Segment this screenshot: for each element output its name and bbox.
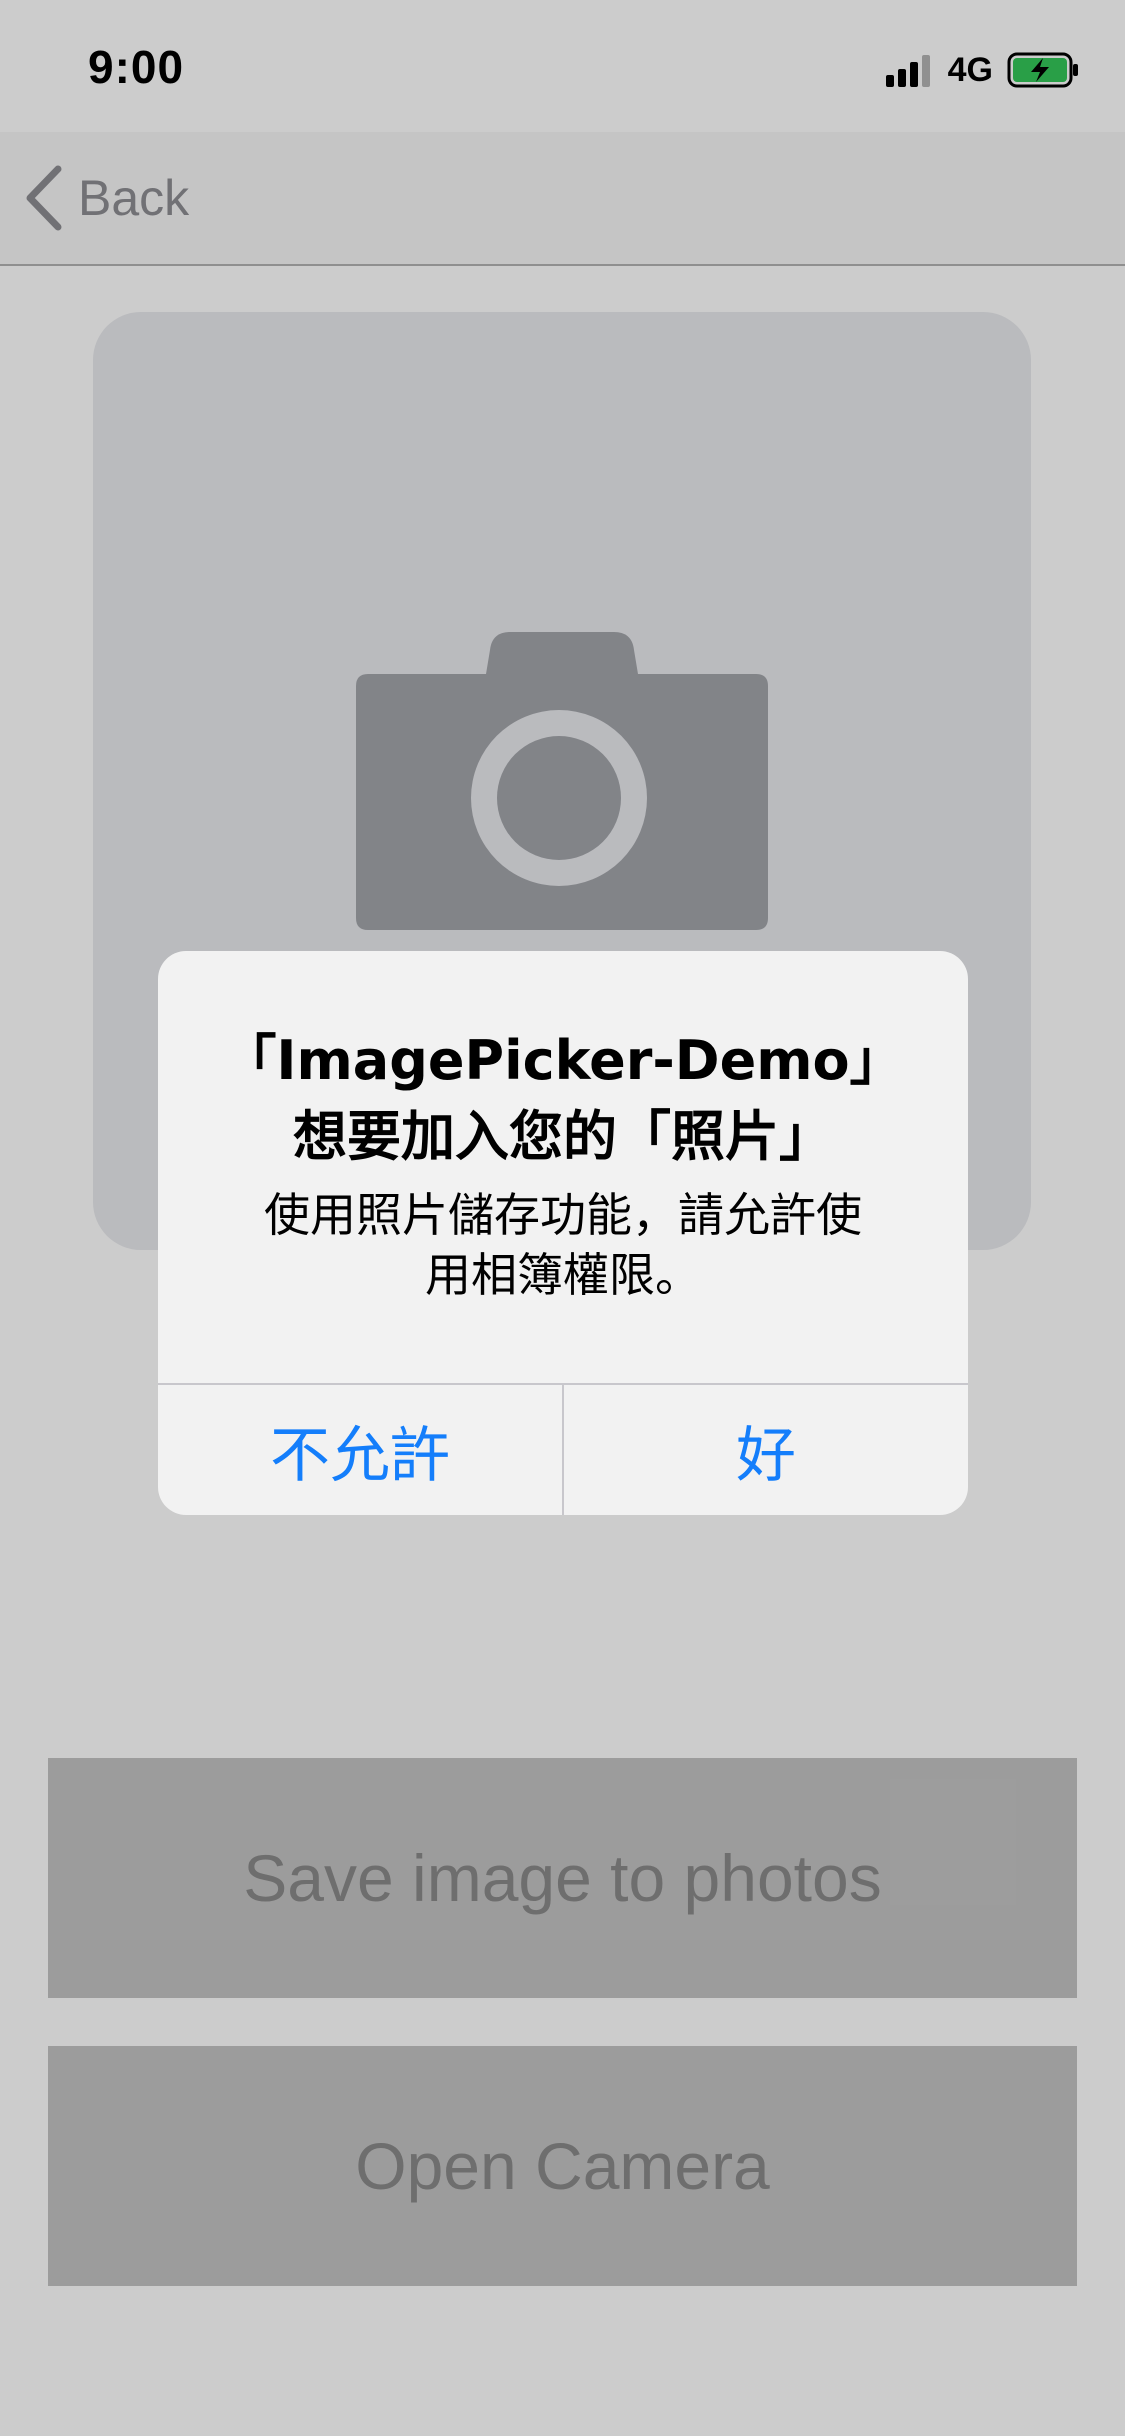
app-screen: 9:00 4G Back Save image to photos Open C… <box>0 0 1125 2436</box>
alert-title-line: 想要加入您的「照片」 <box>293 1105 833 1168</box>
alert-message-line: 用相簿權限。 <box>425 1248 701 1302</box>
alert-button-row: 不允許 好 <box>158 1383 968 1515</box>
alert-message-line: 使用照片儲存功能，請允許使 <box>264 1188 862 1242</box>
allow-button[interactable]: 好 <box>564 1385 968 1515</box>
alert-body: 「ImagePicker-Demo」 想要加入您的「照片」 使用照片儲存功能，請… <box>158 951 968 1383</box>
alert-title-line: 「ImagePicker-Demo」 <box>222 1029 904 1092</box>
deny-button[interactable]: 不允許 <box>158 1385 564 1515</box>
photo-permission-alert: 「ImagePicker-Demo」 想要加入您的「照片」 使用照片儲存功能，請… <box>158 951 968 1515</box>
alert-message: 使用照片儲存功能，請允許使 用相簿權限。 <box>208 1185 918 1305</box>
alert-title: 「ImagePicker-Demo」 想要加入您的「照片」 <box>208 1023 918 1175</box>
